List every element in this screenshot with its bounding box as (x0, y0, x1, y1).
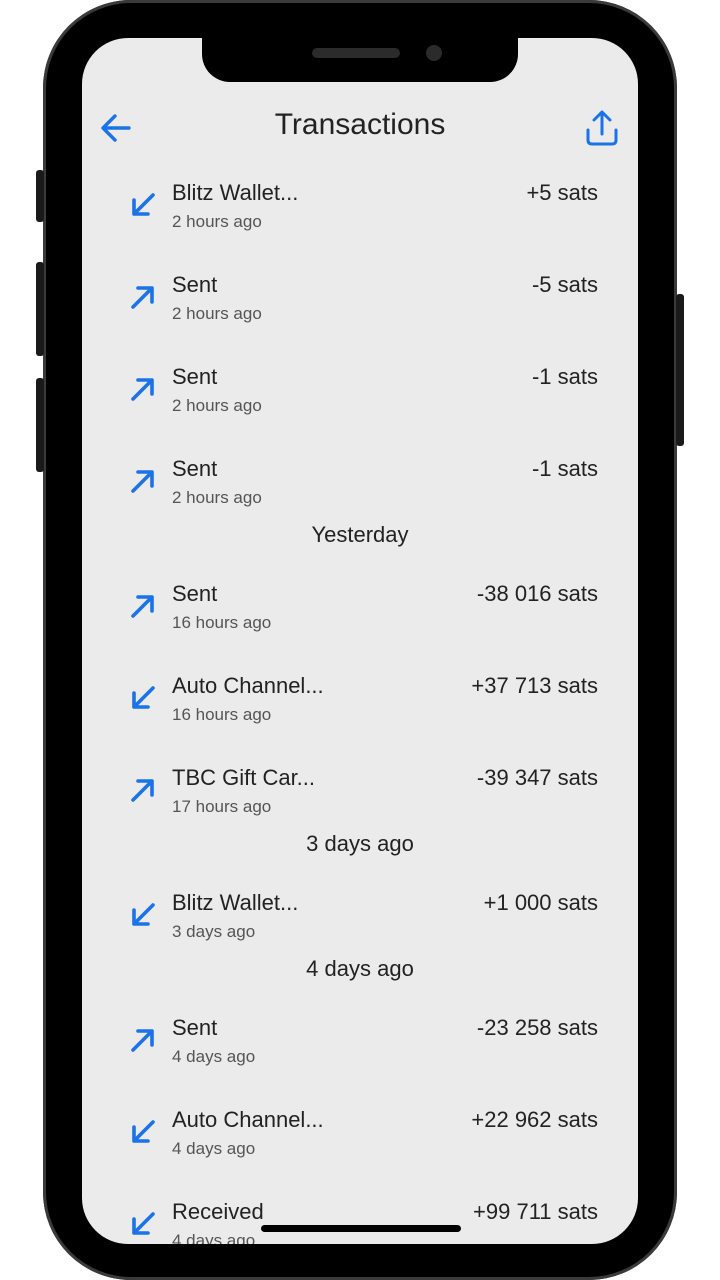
transaction-amount: +37 713 sats (471, 673, 598, 698)
transaction-name: Sent (172, 456, 218, 481)
transaction-row[interactable]: Auto Channel... 16 hours ago +37 713 sat… (82, 661, 638, 753)
transaction-amount: +22 962 sats (471, 1107, 598, 1132)
transaction-time: 2 hours ago (172, 396, 262, 415)
arrow-up-right-icon (131, 595, 154, 618)
transaction-amount: -39 347 sats (476, 765, 598, 790)
arrow-down-left-icon (132, 193, 155, 216)
transaction-row[interactable]: Auto Channel... 4 days ago +22 962 sats (82, 1095, 638, 1187)
section-header-4-days-ago: 4 days ago (306, 956, 414, 981)
transaction-time: 17 hours ago (172, 797, 272, 816)
page-title: Transactions (274, 108, 446, 141)
arrow-up-right-icon (131, 378, 154, 401)
transaction-name: Auto Channel... (172, 1107, 324, 1132)
transaction-name: Blitz Wallet... (172, 180, 299, 205)
transaction-row[interactable]: Sent 16 hours ago -38 016 sats (82, 569, 638, 661)
phone-power-button (676, 294, 684, 446)
transaction-time: 3 days ago (172, 922, 256, 941)
transaction-row[interactable]: Sent 4 days ago -23 258 sats (82, 1003, 638, 1095)
phone-volume-up-button (36, 262, 44, 356)
transaction-time: 16 hours ago (172, 705, 272, 724)
front-camera (426, 45, 442, 61)
speaker-grille (312, 48, 400, 58)
transaction-amount: +99 711 sats (473, 1199, 598, 1224)
transaction-time: 4 days ago (172, 1139, 256, 1158)
transaction-name: Auto Channel... (172, 673, 324, 698)
transaction-name: Received (172, 1199, 264, 1224)
transaction-amount: +5 sats (526, 180, 598, 205)
transaction-row[interactable]: Sent 2 hours ago -1 sats (82, 352, 638, 444)
phone-side-button (36, 170, 44, 222)
transaction-time: 2 hours ago (172, 212, 262, 231)
arrow-up-right-icon (131, 470, 154, 493)
transaction-row[interactable]: Blitz Wallet... 2 hours ago +5 sats (82, 168, 638, 260)
transaction-name: Sent (172, 364, 218, 389)
transaction-amount: -23 258 sats (476, 1015, 598, 1040)
transaction-name: Blitz Wallet... (172, 890, 299, 915)
header: Transactions (82, 106, 638, 150)
transaction-name: TBC Gift Car... (172, 765, 316, 790)
transaction-amount: -38 016 sats (476, 581, 598, 606)
arrow-down-left-icon (132, 1212, 155, 1235)
section-header-3-days-ago: 3 days ago (306, 831, 414, 856)
screen: Transactions Blitz Wallet... 2 hours ago… (82, 38, 638, 1244)
transaction-name: Sent (172, 1015, 218, 1040)
notch (202, 34, 518, 82)
transaction-time: 2 hours ago (172, 304, 262, 323)
share-icon (586, 110, 618, 146)
transaction-time: 4 days ago (172, 1047, 256, 1066)
phone-volume-down-button (36, 378, 44, 472)
arrow-down-left-icon (132, 686, 155, 709)
section-header-yesterday: Yesterday (311, 522, 409, 547)
transaction-time: 2 hours ago (172, 488, 262, 507)
arrow-up-right-icon (131, 286, 154, 309)
transaction-amount: -5 sats (531, 272, 598, 297)
transaction-list: Blitz Wallet... 2 hours ago +5 sats Sent… (82, 168, 638, 1244)
transaction-amount: +1 000 sats (483, 890, 598, 915)
arrow-up-right-icon (131, 779, 154, 802)
arrow-down-left-icon (132, 1120, 155, 1143)
home-indicator[interactable] (261, 1225, 461, 1232)
transaction-name: Sent (172, 581, 218, 606)
transaction-time: 16 hours ago (172, 613, 272, 632)
arrow-up-right-icon (131, 1029, 154, 1052)
transaction-row[interactable]: Sent 2 hours ago -5 sats (82, 260, 638, 352)
share-button[interactable] (582, 108, 626, 148)
transaction-name: Sent (172, 272, 218, 297)
arrow-down-left-icon (132, 903, 155, 926)
transaction-time: 4 days ago (172, 1231, 256, 1244)
transaction-row[interactable]: Received 4 days ago +99 711 sats (82, 1187, 638, 1244)
transaction-amount: -1 sats (531, 364, 598, 389)
transaction-amount: -1 sats (531, 456, 598, 481)
